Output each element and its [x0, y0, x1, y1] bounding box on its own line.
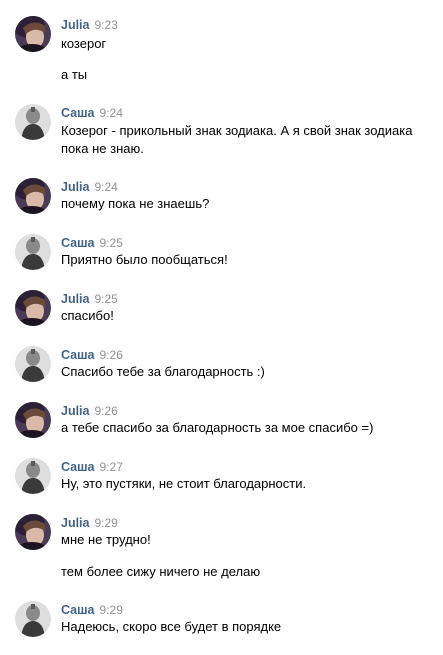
message-text: Спасибо тебе за благодарность :): [61, 364, 265, 379]
message-text: спасибо!: [61, 308, 114, 323]
message-header: Julia 9:29: [61, 514, 118, 532]
chat-history: Julia 9:23 козерог а ты Саша 9:24 Козерог …: [0, 0, 443, 655]
sasha-avatar[interactable]: [15, 234, 51, 270]
avatar-photo-icon: [15, 601, 51, 637]
julia-avatar[interactable]: [15, 178, 51, 214]
message-text: а ты: [61, 67, 88, 82]
julia-avatar[interactable]: [15, 402, 51, 438]
avatar-photo-icon: [15, 458, 51, 494]
message-time[interactable]: 9:26: [100, 348, 123, 362]
message-time[interactable]: 9:23: [95, 18, 118, 32]
author-name[interactable]: Саша: [61, 460, 95, 474]
avatar-photo-icon: [15, 402, 51, 438]
message-text: козерог: [61, 36, 107, 51]
message-header: Julia 9:25: [61, 290, 118, 308]
message-header: Саша 9:27: [61, 458, 123, 476]
message-text: Козерог - прикольный знак зодиака. А я с…: [61, 123, 413, 156]
avatar-photo-icon: [15, 346, 51, 382]
sasha-avatar[interactable]: [15, 601, 51, 637]
message-header: Саша 9:29: [61, 601, 123, 619]
message-time[interactable]: 9:24: [95, 180, 118, 194]
message-time[interactable]: 9:25: [95, 292, 118, 306]
julia-avatar[interactable]: [15, 16, 51, 52]
avatar-photo-icon: [15, 16, 51, 52]
avatar-photo-icon: [15, 290, 51, 326]
author-name[interactable]: Саша: [61, 603, 95, 617]
message-header: Саша 9:26: [61, 346, 123, 364]
message-header: Julia 9:26: [61, 402, 118, 420]
avatar-photo-icon: [15, 234, 51, 270]
avatar-photo-icon: [15, 514, 51, 550]
author-name[interactable]: Julia: [61, 180, 90, 194]
message-time[interactable]: 9:29: [100, 603, 123, 617]
message-header: Саша 9:25: [61, 234, 123, 252]
message-text: а тебе спасибо за благодарность за мое с…: [61, 420, 374, 435]
author-name[interactable]: Саша: [61, 236, 95, 250]
author-name[interactable]: Julia: [61, 292, 90, 306]
avatar-photo-icon: [15, 104, 51, 140]
message-header: Julia 9:23: [61, 16, 118, 34]
message-text: тем более сижу ничего не делаю: [61, 564, 261, 579]
author-name[interactable]: Саша: [61, 348, 95, 362]
author-name[interactable]: Julia: [61, 516, 90, 530]
message-header: Julia 9:24: [61, 178, 118, 196]
author-name[interactable]: Саша: [61, 106, 95, 120]
message-time[interactable]: 9:29: [95, 516, 118, 530]
message-text: Приятно было пообщаться!: [61, 252, 228, 267]
message-text: мне не трудно!: [61, 532, 151, 547]
message-header: Саша 9:24: [61, 104, 123, 122]
message-text: Ну, это пустяки, не стоит благодарности.: [61, 476, 307, 491]
message-time[interactable]: 9:25: [100, 236, 123, 250]
sasha-avatar[interactable]: [15, 458, 51, 494]
message-time[interactable]: 9:24: [100, 106, 123, 120]
sasha-avatar[interactable]: [15, 104, 51, 140]
julia-avatar[interactable]: [15, 290, 51, 326]
message-time[interactable]: 9:26: [95, 404, 118, 418]
avatar-photo-icon: [15, 178, 51, 214]
message-time[interactable]: 9:27: [100, 460, 123, 474]
author-name[interactable]: Julia: [61, 18, 90, 32]
message-text: Надеюсь, скоро все будет в порядке: [61, 619, 282, 634]
sasha-avatar[interactable]: [15, 346, 51, 382]
julia-avatar[interactable]: [15, 514, 51, 550]
author-name[interactable]: Julia: [61, 404, 90, 418]
message-text: почему пока не знаешь?: [61, 196, 210, 211]
